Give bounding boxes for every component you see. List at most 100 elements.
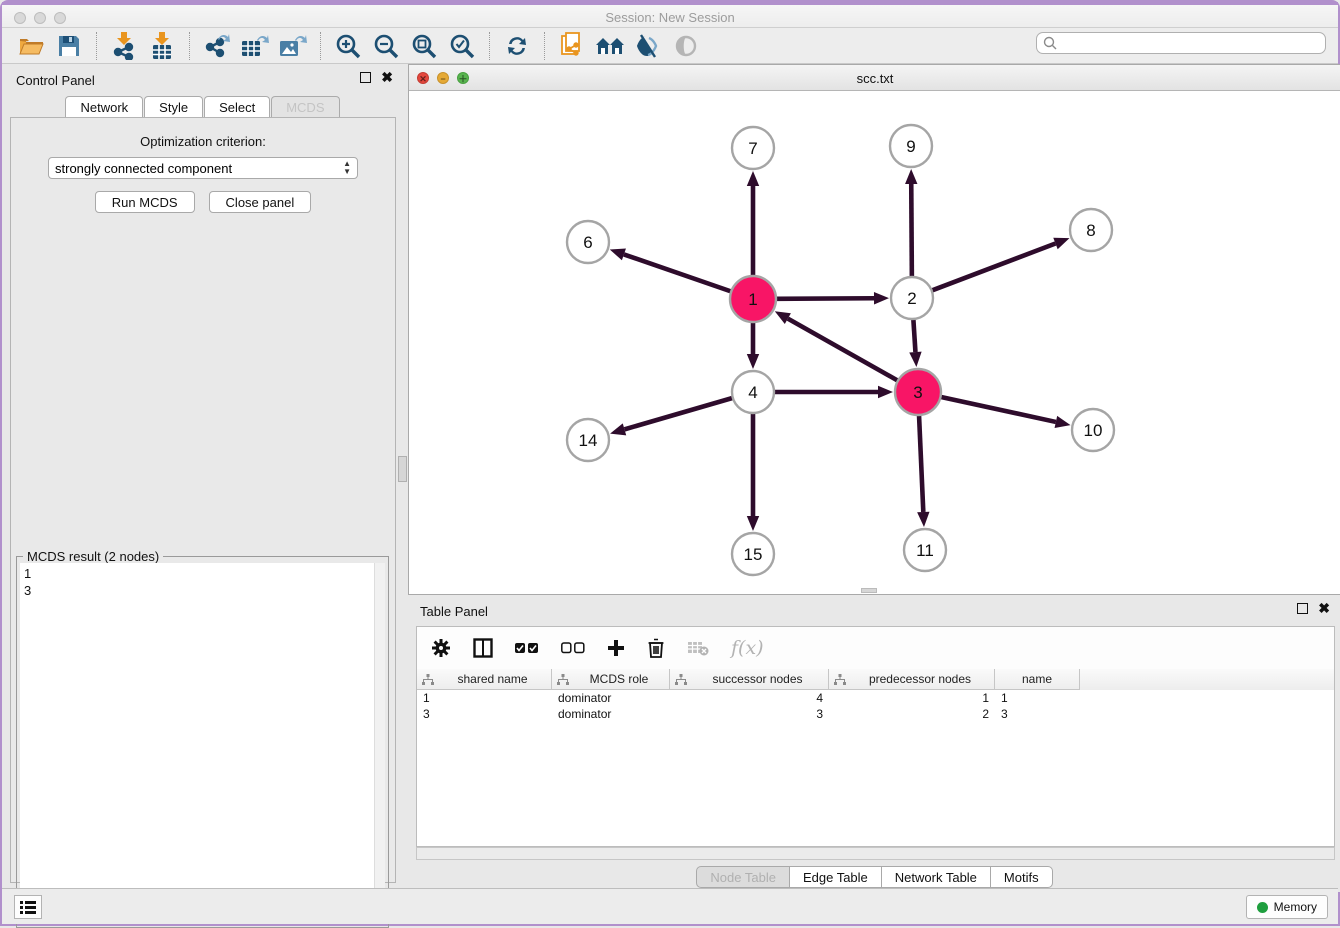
tab-mcds[interactable]: MCDS — [271, 96, 339, 117]
edge-2-8[interactable] — [932, 243, 1056, 290]
mcds-result-text[interactable]: 1 3 — [20, 563, 374, 924]
tab-network-table[interactable]: Network Table — [881, 866, 991, 888]
add-column-icon[interactable] — [607, 639, 625, 657]
canvas-grip[interactable] — [861, 588, 877, 593]
refresh-icon[interactable] — [502, 32, 532, 60]
optimization-select[interactable]: strongly connected component ▲▼ — [48, 157, 358, 179]
column-header-successor-nodes[interactable]: successor nodes — [670, 669, 829, 690]
close-panel-button[interactable]: Close panel — [209, 191, 312, 213]
float-table-panel-icon[interactable] — [1297, 603, 1308, 614]
networks-overview-icon[interactable] — [595, 32, 625, 60]
zoom-selected-icon[interactable] — [447, 32, 477, 60]
zoom-out-icon[interactable] — [371, 32, 401, 60]
edge-4-14[interactable] — [624, 398, 732, 430]
edge-2-9[interactable] — [911, 184, 912, 277]
close-panel-icon[interactable]: ✖ — [381, 72, 393, 83]
import-network-icon[interactable] — [109, 32, 139, 60]
toolbar-separator — [320, 32, 321, 60]
arrowhead-icon — [1055, 416, 1071, 428]
delete-table-icon[interactable] — [687, 640, 709, 656]
network-graph: 1234678910111415 — [409, 91, 1340, 594]
table-row[interactable]: 1dominator411 — [417, 690, 1334, 706]
network-window-titlebar[interactable]: ✕ − ＋ scc.txt — [409, 65, 1340, 91]
table-panel-title: Table Panel — [420, 604, 488, 619]
select-all-icon[interactable] — [515, 642, 539, 654]
run-mcds-button[interactable]: Run MCDS — [95, 191, 195, 213]
arrowhead-icon — [909, 352, 921, 367]
arrowhead-icon — [917, 512, 929, 527]
control-panel-tabs: NetworkStyleSelectMCDS — [2, 96, 403, 117]
close-table-panel-icon[interactable]: ✖ — [1318, 603, 1330, 614]
node-label: 9 — [906, 137, 915, 156]
memory-button[interactable]: Memory — [1246, 895, 1328, 919]
duplicate-network-icon[interactable] — [557, 32, 587, 60]
node-label: 10 — [1084, 421, 1103, 440]
edge-1-6[interactable] — [624, 254, 731, 291]
edge-3-1[interactable] — [788, 319, 898, 381]
edge-3-11[interactable] — [919, 415, 923, 512]
import-table-icon[interactable] — [147, 32, 177, 60]
tab-motifs[interactable]: Motifs — [990, 866, 1053, 888]
export-network-icon[interactable] — [202, 32, 232, 60]
tab-style[interactable]: Style — [144, 96, 203, 117]
zoom-fit-icon[interactable] — [409, 32, 439, 60]
split-columns-icon[interactable] — [473, 638, 493, 658]
window-title: Session: New Session — [2, 10, 1338, 25]
table-cell: dominator — [552, 690, 670, 706]
node-table[interactable]: shared nameMCDS rolesuccessor nodesprede… — [416, 669, 1335, 847]
table-header: shared nameMCDS rolesuccessor nodesprede… — [417, 669, 1334, 690]
node-label: 3 — [913, 383, 922, 402]
birds-eye-icon[interactable] — [671, 32, 701, 60]
control-panel: Control Panel ✖ NetworkStyleSelectMCDS O… — [2, 64, 403, 892]
splitter-grip[interactable] — [398, 456, 407, 482]
node-label: 11 — [916, 541, 934, 560]
arrowhead-icon — [874, 292, 889, 304]
open-session-icon[interactable] — [16, 32, 46, 60]
node-label: 14 — [579, 431, 598, 450]
style-icon[interactable] — [633, 32, 663, 60]
edge-1-2[interactable] — [776, 298, 874, 299]
delete-column-icon[interactable] — [647, 638, 665, 658]
table-hscrollbar[interactable] — [416, 847, 1335, 860]
column-header-predecessor-nodes[interactable]: predecessor nodes — [829, 669, 995, 690]
table-cell: dominator — [552, 706, 670, 722]
node-label: 4 — [748, 383, 757, 402]
task-history-button[interactable] — [14, 895, 42, 919]
column-header-MCDS-role[interactable]: MCDS role — [552, 669, 670, 690]
tab-node-table[interactable]: Node Table — [696, 866, 790, 888]
tab-edge-table[interactable]: Edge Table — [789, 866, 882, 888]
gear-icon[interactable] — [431, 638, 451, 658]
float-panel-icon[interactable] — [360, 72, 371, 83]
table-toolbar: f(x) — [416, 626, 1335, 670]
save-session-icon[interactable] — [54, 32, 84, 60]
toolbar-separator — [544, 32, 545, 60]
result-scrollbar[interactable] — [374, 563, 385, 924]
window-titlebar: Session: New Session — [2, 2, 1338, 28]
table-cell: 3 — [995, 706, 1080, 722]
toolbar-separator — [189, 32, 190, 60]
memory-status-icon — [1257, 902, 1268, 913]
export-image-icon[interactable] — [278, 32, 308, 60]
function-builder-icon[interactable]: f(x) — [731, 637, 764, 659]
search-input[interactable] — [1061, 36, 1325, 50]
column-header-shared-name[interactable]: shared name — [417, 669, 552, 690]
tab-select[interactable]: Select — [204, 96, 270, 117]
table-row[interactable]: 3dominator323 — [417, 706, 1334, 722]
network-canvas[interactable]: 1234678910111415 — [409, 91, 1340, 594]
tab-network[interactable]: Network — [65, 96, 143, 117]
edge-2-3[interactable] — [913, 319, 915, 352]
table-cell: 1 — [829, 690, 995, 706]
status-bar: Memory — [2, 888, 1338, 924]
search-field[interactable] — [1036, 32, 1326, 54]
arrowhead-icon — [747, 354, 759, 369]
node-label: 15 — [744, 545, 763, 564]
export-table-icon[interactable] — [240, 32, 270, 60]
column-header-name[interactable]: name — [995, 669, 1080, 690]
table-tabs: Node TableEdge TableNetwork TableMotifs — [408, 866, 1340, 888]
deselect-all-icon[interactable] — [561, 642, 585, 654]
toolbar-separator — [489, 32, 490, 60]
arrowhead-icon — [610, 249, 626, 261]
node-label: 7 — [748, 139, 757, 158]
zoom-in-icon[interactable] — [333, 32, 363, 60]
edge-3-10[interactable] — [940, 397, 1055, 422]
